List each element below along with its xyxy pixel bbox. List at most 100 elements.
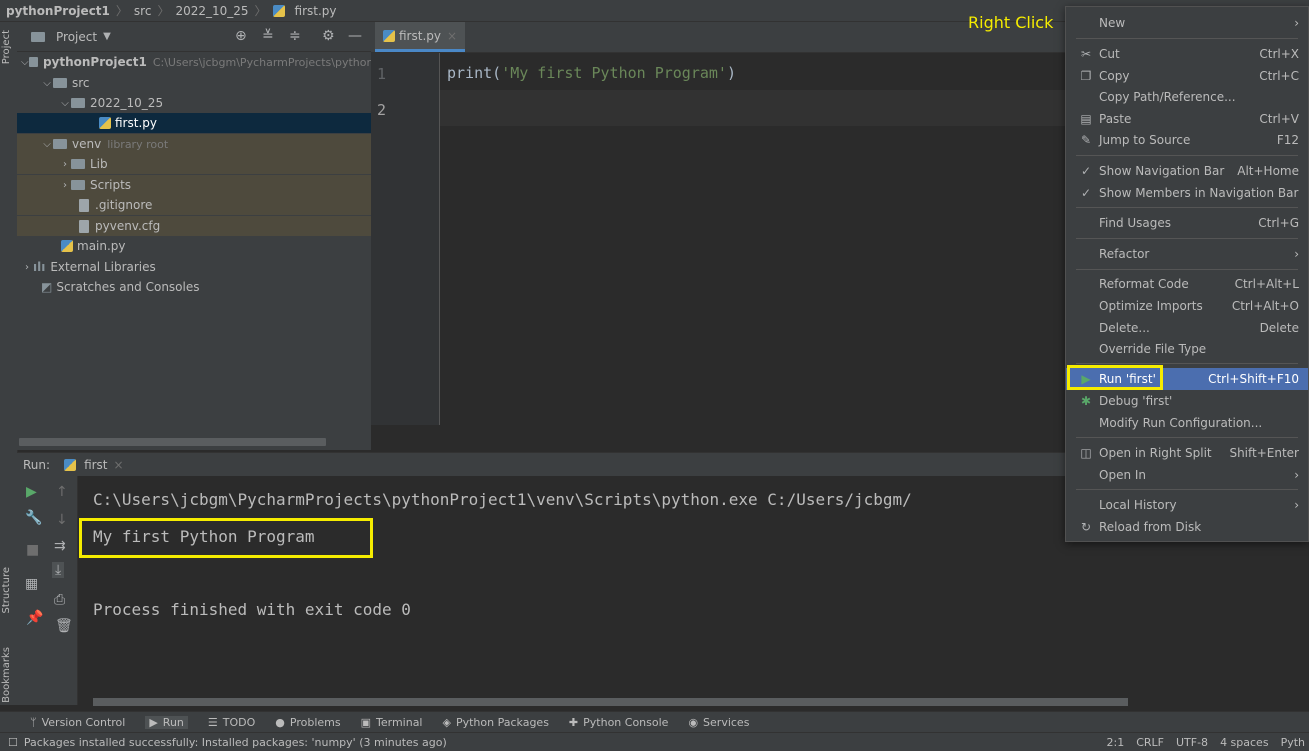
tool-problems[interactable]: ● Problems <box>275 716 340 729</box>
code-editor[interactable]: print('My first Python Program') <box>440 53 1065 425</box>
menu-item-show-navigation-bar[interactable]: ✓ Show Navigation Bar Alt+Home <box>1066 160 1308 182</box>
tool-version-control[interactable]: ᛘ Version Control <box>30 716 125 729</box>
close-icon[interactable]: × <box>447 29 457 43</box>
dropdown-arrow-icon[interactable]: ▼ <box>103 31 111 42</box>
menu-item-modify-run-config[interactable]: Modify Run Configuration... <box>1066 412 1308 434</box>
run-icon: ▶ <box>149 715 158 729</box>
code-line-1[interactable]: print('My first Python Program') <box>447 64 736 82</box>
check-icon: ✓ <box>1080 186 1092 200</box>
status-message[interactable]: Packages installed successfully: Install… <box>24 736 447 749</box>
menu-item-find-usages[interactable]: Find Usages Ctrl+G <box>1066 212 1308 234</box>
menu-label: Override File Type <box>1099 342 1207 356</box>
tree-item-gitignore[interactable]: .gitignore <box>17 195 371 215</box>
tree-item-first-py[interactable]: first.py <box>17 113 371 133</box>
chevron-right-icon: 〉 <box>115 4 128 18</box>
tool-services[interactable]: ◉ Services <box>688 716 749 729</box>
menu-separator <box>1076 207 1298 208</box>
menu-item-new[interactable]: New › <box>1066 12 1308 34</box>
event-log-icon[interactable]: ☐ <box>8 736 18 749</box>
tree-item-scratches[interactable]: ◩ Scratches and Consoles <box>17 277 371 297</box>
menu-item-override-file-type[interactable]: Override File Type <box>1066 338 1308 360</box>
menu-item-show-members[interactable]: ✓ Show Members in Navigation Bar <box>1066 182 1308 204</box>
project-scrollbar[interactable] <box>19 438 326 446</box>
line-separator[interactable]: CRLF <box>1136 736 1164 749</box>
expand-arrow-icon[interactable]: ⌵ <box>41 139 53 150</box>
side-tab-project[interactable]: Project <box>1 30 12 64</box>
expand-arrow-icon[interactable]: ⌵ <box>21 57 29 68</box>
menu-item-copy-path[interactable]: Copy Path/Reference... <box>1066 86 1308 108</box>
tree-item-lib[interactable]: › Lib <box>17 154 371 174</box>
wrench-icon[interactable]: 🔧 <box>25 510 42 526</box>
menu-item-jump-to-source[interactable]: ✎ Jump to Source F12 <box>1066 129 1308 151</box>
tree-item-project-root[interactable]: ⌵ pythonProject1 C:\Users\jcbgm\PycharmP… <box>17 52 371 72</box>
stop-icon[interactable]: ■ <box>26 542 39 558</box>
console-scrollbar[interactable] <box>93 698 1128 706</box>
breadcrumb-src[interactable]: src <box>134 4 152 18</box>
tool-python-console[interactable]: ✚ Python Console <box>569 716 669 729</box>
tree-item-date-folder[interactable]: ⌵ 2022_10_25 <box>17 93 371 113</box>
collapse-arrow-icon[interactable]: › <box>59 159 71 170</box>
trash-icon[interactable]: 🗑 <box>55 618 73 634</box>
tree-item-scripts[interactable]: › Scripts <box>17 175 371 195</box>
menu-item-reload-from-disk[interactable]: ↻ Reload from Disk <box>1066 516 1308 538</box>
check-icon: ✓ <box>1080 164 1092 178</box>
hide-icon[interactable]: — <box>348 28 362 44</box>
menu-item-optimize-imports[interactable]: Optimize Imports Ctrl+Alt+O <box>1066 295 1308 317</box>
menu-label: Open in Right Split <box>1099 446 1212 460</box>
locate-icon[interactable]: ⊕ <box>235 28 247 44</box>
close-icon[interactable]: × <box>114 458 124 472</box>
arrow-down-icon[interactable]: ↓ <box>56 512 68 528</box>
run-config-tab[interactable]: first <box>84 458 107 472</box>
collapse-arrow-icon[interactable]: › <box>59 180 71 191</box>
tree-item-main-py[interactable]: main.py <box>17 236 371 256</box>
run-console[interactable]: C:\Users\jcbgm\PycharmProjects\pythonPro… <box>78 476 1065 705</box>
status-bar: ☐ Packages installed successfully: Insta… <box>0 732 1309 751</box>
submenu-arrow-icon: › <box>1294 247 1299 261</box>
tool-terminal[interactable]: ▣ Terminal <box>361 716 423 729</box>
menu-item-open-in[interactable]: Open In › <box>1066 464 1308 486</box>
arrow-up-icon[interactable]: ↑ <box>56 484 68 500</box>
menu-item-reformat-code[interactable]: Reformat Code Ctrl+Alt+L <box>1066 273 1308 295</box>
chevron-right-icon: 〉 <box>157 4 170 18</box>
breadcrumb-date-folder[interactable]: 2022_10_25 <box>175 4 248 18</box>
menu-item-open-right-split[interactable]: ◫ Open in Right Split Shift+Enter <box>1066 442 1308 464</box>
expand-all-icon[interactable]: ≚ <box>262 28 274 44</box>
menu-item-paste[interactable]: ▤ Paste Ctrl+V <box>1066 108 1308 130</box>
menu-item-debug-first[interactable]: ✱ Debug 'first' <box>1066 390 1308 412</box>
tree-item-pyvenv-cfg[interactable]: pyvenv.cfg <box>17 216 371 236</box>
menu-item-refactor[interactable]: Refactor › <box>1066 243 1308 265</box>
tool-python-packages[interactable]: ◈ Python Packages <box>443 716 549 729</box>
caret-position[interactable]: 2:1 <box>1107 736 1125 749</box>
file-encoding[interactable]: UTF-8 <box>1176 736 1208 749</box>
side-tab-bookmarks[interactable]: Bookmarks <box>1 647 12 703</box>
breadcrumb-project[interactable]: pythonProject1 <box>6 4 110 18</box>
layout-icon[interactable]: ▦ <box>25 576 38 592</box>
pin-icon[interactable]: 📌 <box>26 610 43 626</box>
menu-item-cut[interactable]: ✂ Cut Ctrl+X <box>1066 43 1308 65</box>
tree-item-venv[interactable]: ⌵ venv library root <box>17 134 371 154</box>
menu-item-copy[interactable]: ❐ Copy Ctrl+C <box>1066 65 1308 87</box>
tree-item-src[interactable]: ⌵ src <box>17 73 371 93</box>
menu-item-delete[interactable]: Delete... Delete <box>1066 317 1308 339</box>
tab-first-py[interactable]: first.py × <box>375 22 466 52</box>
python-interpreter[interactable]: Pyth <box>1281 736 1305 749</box>
scroll-to-end-icon[interactable]: ⤓ <box>52 562 65 578</box>
tree-label: .gitignore <box>95 198 153 212</box>
breadcrumb-file[interactable]: first.py <box>295 4 337 18</box>
side-tab-structure[interactable]: Structure <box>1 567 12 614</box>
project-panel-title[interactable]: Project <box>56 30 97 44</box>
code-prefix: print( <box>447 64 502 82</box>
print-icon[interactable]: ⎙ <box>54 592 65 608</box>
collapse-all-icon[interactable]: ≑ <box>289 28 301 44</box>
tool-run[interactable]: ▶ Run <box>145 715 188 729</box>
expand-arrow-icon[interactable]: ⌵ <box>41 78 53 89</box>
indent-setting[interactable]: 4 spaces <box>1220 736 1269 749</box>
soft-wrap-icon[interactable]: ⇉ <box>54 538 66 554</box>
tool-todo[interactable]: ☰ TODO <box>208 716 255 729</box>
gear-icon[interactable]: ⚙ <box>322 28 335 44</box>
menu-item-local-history[interactable]: Local History › <box>1066 494 1308 516</box>
rerun-icon[interactable]: ▶ <box>26 484 37 500</box>
tree-item-external-libraries[interactable]: › ılı External Libraries <box>17 257 371 277</box>
collapse-arrow-icon[interactable]: › <box>21 262 33 273</box>
expand-arrow-icon[interactable]: ⌵ <box>59 98 71 109</box>
